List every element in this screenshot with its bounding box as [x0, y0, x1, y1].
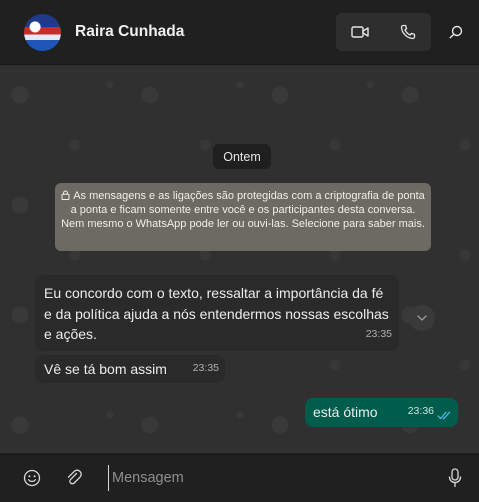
- emoji-button[interactable]: [20, 466, 44, 490]
- lock-icon: [61, 190, 70, 200]
- date-separator: Ontem: [213, 144, 271, 169]
- reaction-button[interactable]: [409, 305, 435, 331]
- phone-icon: [400, 24, 415, 40]
- message-time: 23:36: [407, 404, 434, 417]
- encryption-notice[interactable]: As mensagens e as ligações são protegida…: [55, 183, 431, 251]
- chevron-down-icon: [417, 315, 427, 321]
- chat-header: Raira Cunhada: [0, 0, 479, 65]
- voice-call-button[interactable]: [384, 13, 431, 51]
- message-composer: [0, 454, 479, 502]
- message-time: 23:35: [192, 361, 219, 374]
- message-time: 23:35: [365, 327, 392, 340]
- message-bubble-incoming[interactable]: Vê se tá bom assim 23:35: [35, 355, 225, 383]
- video-call-button[interactable]: [336, 13, 383, 51]
- search-button[interactable]: [441, 16, 471, 48]
- call-buttons-group: [336, 13, 431, 51]
- contact-name[interactable]: Raira Cunhada: [75, 23, 184, 41]
- message-input[interactable]: [108, 465, 432, 491]
- paperclip-icon: [67, 469, 82, 485]
- encryption-notice-text: As mensagens e as ligações são protegida…: [61, 190, 425, 230]
- message-bubble-incoming[interactable]: Eu concordo com o texto, ressaltar a imp…: [35, 275, 399, 351]
- message-text: Eu concordo com o texto, ressaltar a imp…: [44, 285, 389, 342]
- microphone-icon: [448, 468, 462, 488]
- attach-button[interactable]: [62, 466, 86, 490]
- double-check-icon: [437, 411, 451, 420]
- message-text: Vê se tá bom assim: [44, 361, 167, 377]
- search-icon: [449, 25, 463, 39]
- message-bubble-outgoing[interactable]: está ótimo 23:36: [305, 398, 458, 427]
- video-camera-icon: [350, 26, 369, 38]
- voice-message-button[interactable]: [443, 466, 467, 490]
- message-list[interactable]: Ontem As mensagens e as ligações são pro…: [0, 65, 479, 453]
- emoji-icon: [23, 469, 41, 487]
- contact-avatar[interactable]: [24, 14, 61, 51]
- message-text: está ótimo: [313, 404, 378, 420]
